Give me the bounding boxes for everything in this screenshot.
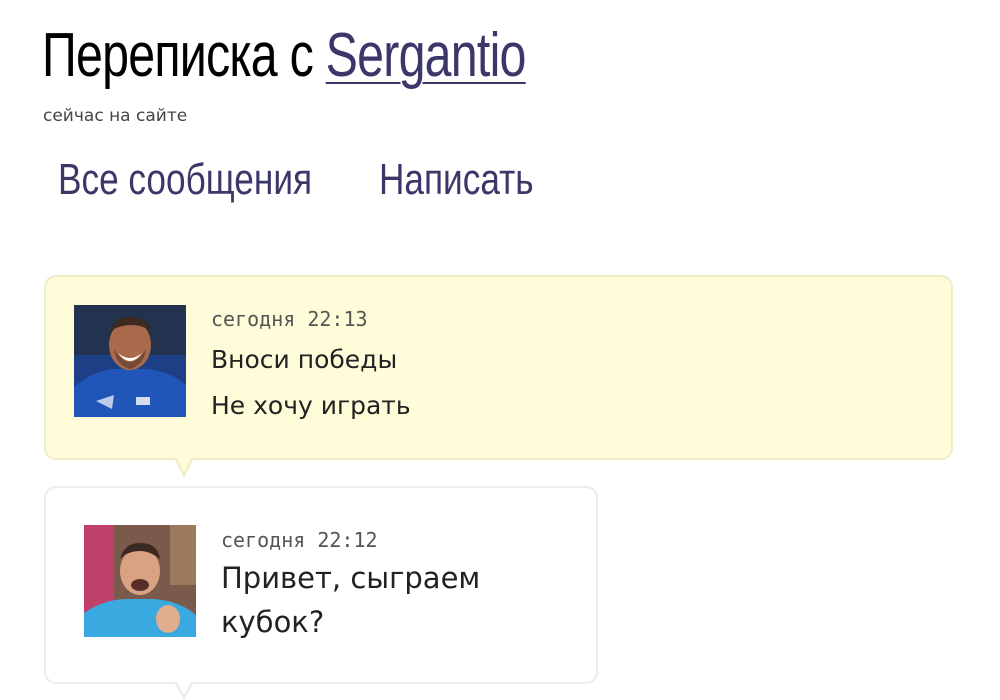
page-title: Переписка с Sergantio (42, 16, 526, 96)
online-status: сейчас на сайте (43, 106, 188, 126)
username-link[interactable]: Sergantio (326, 21, 527, 90)
message-timestamp: сегодня 22:12 (221, 528, 378, 552)
avatar[interactable] (84, 525, 196, 637)
message-text: Вноси победы Не хочу играть (211, 337, 411, 429)
title-prefix: Переписка с (42, 21, 314, 90)
message-line: Не хочу играть (211, 391, 411, 420)
avatar-photo-icon (74, 305, 186, 417)
message-timestamp: сегодня 22:13 (211, 307, 368, 331)
message-line: кубок? (221, 605, 325, 639)
conversation-page: Переписка с Sergantio сейчас на сайте Вс… (0, 0, 1000, 700)
message-line: Привет, сыграем (221, 561, 481, 595)
avatar[interactable] (74, 305, 186, 417)
message-text: Привет, сыграем кубок? (221, 556, 561, 644)
message-bubble-outgoing: сегодня 22:12 Привет, сыграем кубок? (44, 486, 598, 700)
bubble-tail (174, 680, 194, 700)
tab-all-messages[interactable]: Все сообщения (58, 152, 312, 208)
avatar-photo-icon (84, 525, 196, 637)
message-bubble-incoming: сегодня 22:13 Вноси победы Не хочу играт… (44, 275, 953, 478)
tab-write[interactable]: Написать (379, 152, 534, 208)
message-line: Вноси победы (211, 345, 398, 374)
bubble-tail (174, 456, 194, 478)
